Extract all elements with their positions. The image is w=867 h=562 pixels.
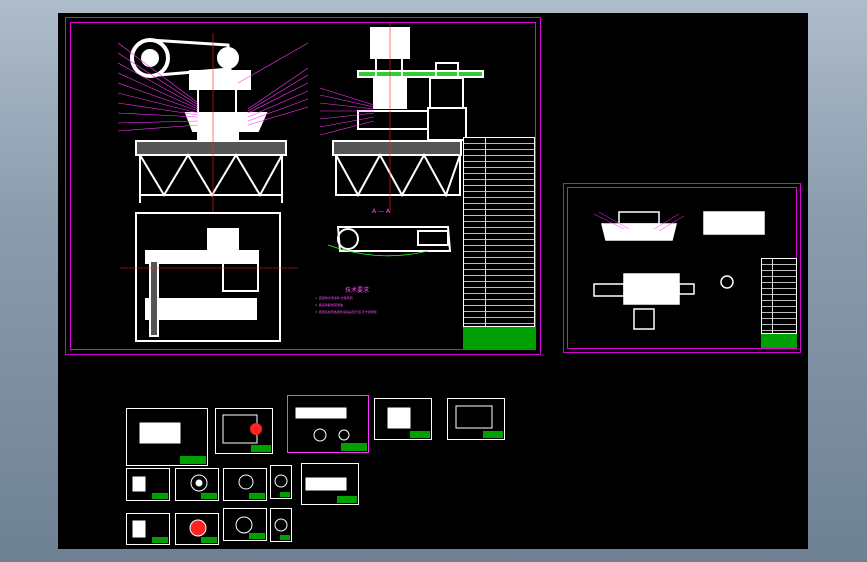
cad-model-space[interactable]: A — A 技术要求 1. 装配前清洗零件,去除毛刺 2. 各运动副加润滑油 3… — [58, 13, 808, 549]
parts-geometry — [132, 405, 493, 538]
